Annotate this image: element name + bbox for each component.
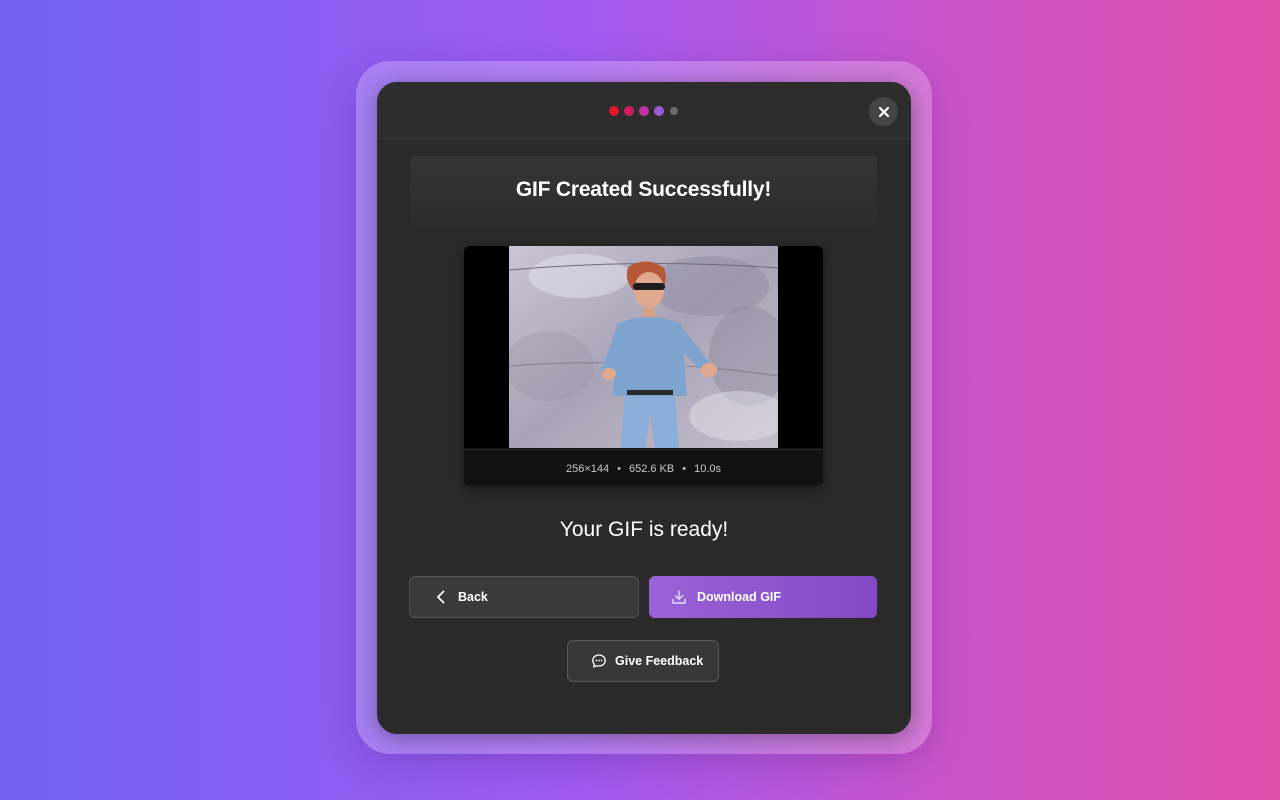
gif-file-size: 652.6 KB: [628, 462, 675, 475]
step-dot-1: [609, 106, 619, 116]
step-dot-5: [670, 107, 678, 115]
gif-dimensions: 256×144: [565, 462, 610, 475]
download-icon: [672, 590, 686, 604]
chevron-left-icon: [437, 590, 445, 604]
feedback-button-label: Give Feedback: [615, 654, 704, 668]
step-dot-4: [654, 106, 664, 116]
title-band: GIF Created Successfully!: [410, 156, 877, 226]
download-gif-button[interactable]: Download GIF: [649, 576, 877, 618]
close-icon: [878, 106, 889, 117]
give-feedback-button[interactable]: Give Feedback: [567, 640, 719, 682]
meta-separator: •: [682, 462, 687, 475]
dialog-header: [377, 82, 911, 139]
back-button-label: Back: [458, 590, 488, 604]
step-progress-indicator: [609, 106, 678, 116]
gif-preview-image: [509, 246, 778, 448]
close-button[interactable]: [869, 97, 898, 126]
step-dot-2: [624, 106, 634, 116]
gif-duration: 10.0s: [694, 462, 722, 475]
gif-metadata-bar: 256×144 • 652.6 KB • 10.0s: [464, 449, 823, 486]
download-button-label: Download GIF: [697, 590, 782, 604]
gif-illustration: [509, 246, 778, 448]
step-dot-3: [639, 106, 649, 116]
chat-bubble-icon: [592, 654, 606, 668]
status-message: Your GIF is ready!: [559, 518, 729, 541]
dialog-title: GIF Created Successfully!: [515, 178, 772, 201]
meta-separator: •: [617, 462, 621, 475]
gif-result-dialog: GIF Created Successfully! 256×144 • 652.…: [377, 82, 911, 734]
back-button[interactable]: Back: [409, 576, 639, 618]
gif-preview-card: 256×144 • 652.6 KB • 10.0s: [464, 246, 823, 486]
